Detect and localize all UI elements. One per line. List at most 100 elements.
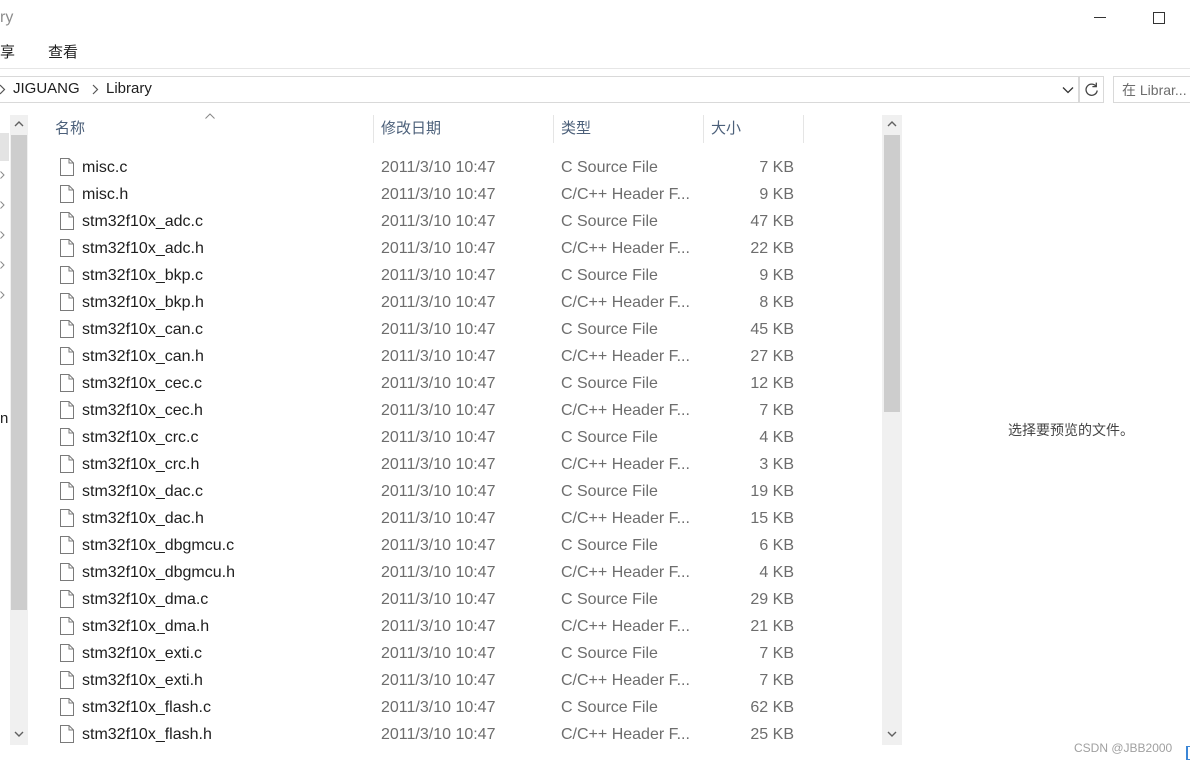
document-icon — [60, 374, 74, 392]
file-row[interactable]: stm32f10x_bkp.c 2011/3/10 10:47 C Source F… — [0, 262, 880, 289]
file-modified: 2011/3/10 10:47 — [381, 375, 496, 392]
file-list: misc.c 2011/3/10 10:47 C Source File 7 KB mi… — [0, 154, 880, 748]
file-size: 19 KB — [750, 483, 794, 500]
file-size: 8 KB — [759, 294, 794, 311]
file-row[interactable]: stm32f10x_dbgmcu.c 2011/3/10 10:47 C Sourc… — [0, 532, 880, 559]
file-modified: 2011/3/10 10:47 — [381, 186, 496, 203]
search-box[interactable] — [1113, 76, 1190, 103]
file-row[interactable]: stm32f10x_flash.h 2011/3/10 10:47 C/C++ He… — [0, 721, 880, 748]
chevron-right-icon[interactable] — [0, 84, 6, 95]
file-name: stm32f10x_dbgmcu.h — [82, 564, 235, 581]
tab-share[interactable]: 享 — [0, 42, 15, 64]
file-row[interactable]: stm32f10x_dac.c 2011/3/10 10:47 C Source F… — [0, 478, 880, 505]
column-divider[interactable] — [803, 115, 804, 143]
file-modified: 2011/3/10 10:47 — [381, 699, 496, 716]
file-row[interactable]: stm32f10x_exti.c 2011/3/10 10:47 C Source … — [0, 640, 880, 667]
chevron-right-icon[interactable] — [92, 84, 99, 95]
file-list-scrollbar-thumb[interactable] — [884, 135, 900, 412]
file-row[interactable]: stm32f10x_dma.h 2011/3/10 10:47 C/C++ Head… — [0, 613, 880, 640]
file-name: stm32f10x_flash.c — [82, 699, 211, 716]
preview-pane-message: 选择要预览的文件。 — [1008, 422, 1134, 438]
file-name: stm32f10x_bkp.h — [82, 294, 204, 311]
file-row[interactable]: stm32f10x_cec.h 2011/3/10 10:47 C/C++ Head… — [0, 397, 880, 424]
file-name: misc.c — [82, 159, 128, 176]
file-name: stm32f10x_flash.h — [82, 726, 212, 743]
edge-blue-marker — [1186, 746, 1190, 760]
address-bar[interactable] — [0, 76, 1079, 103]
file-row[interactable]: misc.c 2011/3/10 10:47 C Source File 7 KB — [0, 154, 880, 181]
file-size: 9 KB — [759, 267, 794, 284]
file-type: C/C++ Header F... — [561, 672, 690, 689]
file-modified: 2011/3/10 10:47 — [381, 159, 496, 176]
file-row[interactable]: stm32f10x_dbgmcu.h 2011/3/10 10:47 C/C++ H… — [0, 559, 880, 586]
file-modified: 2011/3/10 10:47 — [381, 483, 496, 500]
file-size: 25 KB — [750, 726, 794, 743]
file-modified: 2011/3/10 10:47 — [381, 240, 496, 257]
file-type: C/C++ Header F... — [561, 348, 690, 365]
scroll-up-icon[interactable] — [14, 120, 24, 127]
file-row[interactable]: stm32f10x_dma.c 2011/3/10 10:47 C Source F… — [0, 586, 880, 613]
ribbon-divider — [0, 68, 1190, 69]
minimize-button[interactable] — [1078, 0, 1122, 32]
file-row[interactable]: stm32f10x_adc.h 2011/3/10 10:47 C/C++ Head… — [0, 235, 880, 262]
document-icon — [60, 320, 74, 338]
file-row[interactable]: stm32f10x_exti.h 2011/3/10 10:47 C/C++ Hea… — [0, 667, 880, 694]
breadcrumb-jiguang[interactable]: JIGUANG — [13, 79, 80, 99]
breadcrumb-library[interactable]: Library — [106, 79, 152, 99]
document-icon — [60, 563, 74, 581]
file-size: 9 KB — [759, 186, 794, 203]
file-size: 4 KB — [759, 429, 794, 446]
file-size: 4 KB — [759, 564, 794, 581]
file-type: C/C++ Header F... — [561, 186, 690, 203]
file-list-scrollbar[interactable] — [882, 115, 902, 745]
file-modified: 2011/3/10 10:47 — [381, 537, 496, 554]
file-row[interactable]: stm32f10x_crc.h 2011/3/10 10:47 C/C++ Head… — [0, 451, 880, 478]
column-header-size[interactable]: 大小 — [704, 115, 803, 143]
file-row[interactable]: stm32f10x_flash.c 2011/3/10 10:47 C Source… — [0, 694, 880, 721]
file-size: 15 KB — [750, 510, 794, 527]
file-row[interactable]: stm32f10x_dac.h 2011/3/10 10:47 C/C++ Head… — [0, 505, 880, 532]
document-icon — [60, 185, 74, 203]
file-row[interactable]: misc.h 2011/3/10 10:47 C/C++ Header F... 9 … — [0, 181, 880, 208]
file-size: 62 KB — [750, 699, 794, 716]
file-name: stm32f10x_dbgmcu.c — [82, 537, 235, 554]
column-header-type[interactable]: 类型 — [554, 115, 703, 143]
document-icon — [60, 293, 74, 311]
maximize-icon — [1153, 12, 1165, 24]
scroll-down-icon[interactable] — [887, 731, 897, 738]
refresh-button[interactable] — [1079, 76, 1104, 103]
file-size: 21 KB — [750, 618, 794, 635]
maximize-button[interactable] — [1138, 0, 1182, 32]
file-type: C Source File — [561, 267, 658, 284]
file-name: stm32f10x_dma.h — [82, 618, 210, 635]
file-row[interactable]: stm32f10x_adc.c 2011/3/10 10:47 C Source F… — [0, 208, 880, 235]
file-type: C Source File — [561, 375, 658, 392]
document-icon — [60, 347, 74, 365]
file-size: 47 KB — [750, 213, 794, 230]
file-name: stm32f10x_crc.c — [82, 429, 199, 446]
file-size: 29 KB — [750, 591, 794, 608]
file-type: C Source File — [561, 483, 658, 500]
file-modified: 2011/3/10 10:47 — [381, 591, 496, 608]
file-row[interactable]: stm32f10x_can.h 2011/3/10 10:47 C/C++ Head… — [0, 343, 880, 370]
file-size: 7 KB — [759, 159, 794, 176]
file-modified: 2011/3/10 10:47 — [381, 618, 496, 635]
file-type: C/C++ Header F... — [561, 726, 690, 743]
sort-ascending-icon — [205, 113, 215, 119]
column-header-modified[interactable]: 修改日期 — [374, 115, 553, 143]
column-header-name[interactable]: 名称 — [47, 115, 373, 143]
search-input[interactable] — [1114, 77, 1190, 102]
file-modified: 2011/3/10 10:47 — [381, 645, 496, 662]
file-type: C/C++ Header F... — [561, 618, 690, 635]
file-row[interactable]: stm32f10x_bkp.h 2011/3/10 10:47 C/C++ Head… — [0, 289, 880, 316]
window-title: ry — [0, 9, 14, 26]
tab-view[interactable]: 查看 — [48, 42, 78, 64]
address-history-dropdown[interactable] — [1058, 77, 1078, 102]
file-row[interactable]: stm32f10x_cec.c 2011/3/10 10:47 C Source F… — [0, 370, 880, 397]
file-type: C Source File — [561, 699, 658, 716]
file-size: 12 KB — [750, 375, 794, 392]
file-row[interactable]: stm32f10x_crc.c 2011/3/10 10:47 C Source F… — [0, 424, 880, 451]
file-name: stm32f10x_cec.c — [82, 375, 203, 392]
scroll-up-icon[interactable] — [887, 120, 897, 127]
file-row[interactable]: stm32f10x_can.c 2011/3/10 10:47 C Source F… — [0, 316, 880, 343]
